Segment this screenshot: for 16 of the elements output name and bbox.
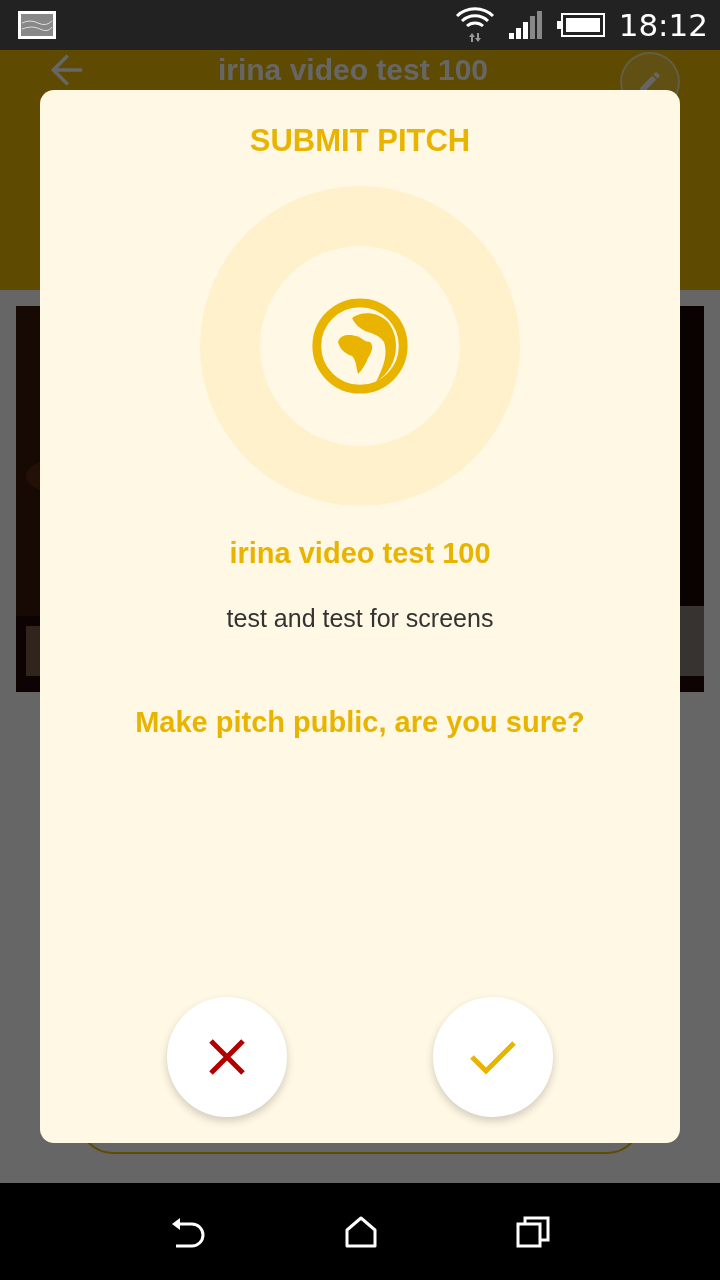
pitch-name: irina video test 100 [229,536,491,571]
signal-icon [508,11,543,39]
battery-icon [556,13,605,37]
wifi-icon [454,6,495,44]
clock-time: 18:12 [618,7,708,43]
confirm-question: Make pitch public, are you sure? [135,705,585,740]
pitch-description: test and test for screens [226,603,494,633]
recent-apps-icon[interactable] [516,1215,551,1248]
close-icon [208,1038,246,1076]
home-icon[interactable] [345,1215,377,1248]
check-icon [469,1039,517,1075]
cancel-button[interactable] [167,997,287,1117]
dialog-title: SUBMIT PITCH [249,122,471,160]
globe-icon [312,298,408,394]
gallery-icon [18,11,56,39]
header-title: irina video test 100 [216,52,490,88]
